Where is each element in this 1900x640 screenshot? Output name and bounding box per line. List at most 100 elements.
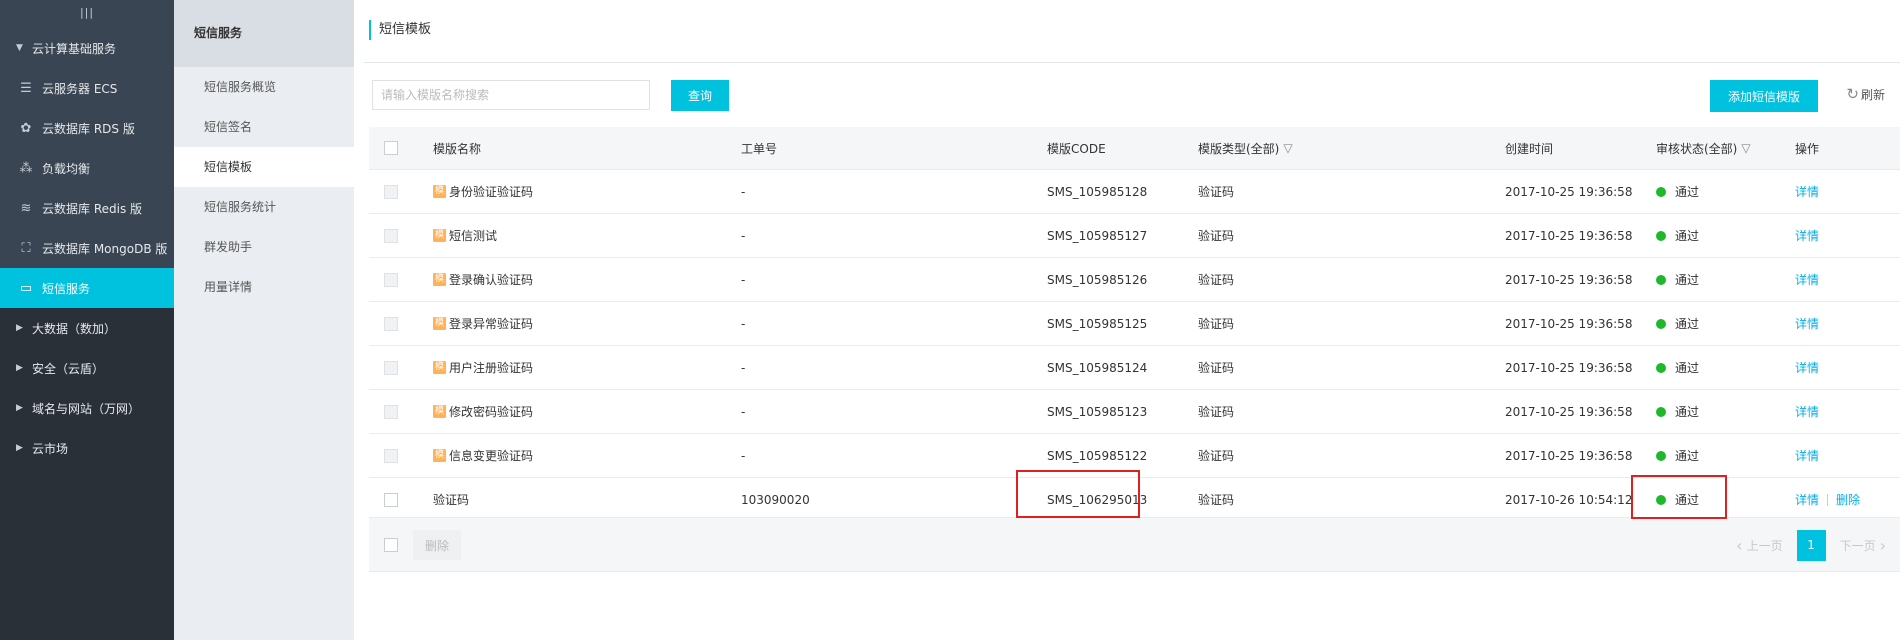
order-number: - [741, 448, 746, 463]
template-type: 验证码 [1198, 405, 1235, 419]
detail-link[interactable]: 详情 [1795, 359, 1819, 376]
filter-icon[interactable]: ▽ [1283, 141, 1292, 155]
add-template-button[interactable]: 添加短信模版 [1710, 80, 1818, 112]
op-separator [1827, 493, 1829, 506]
subnav-item-template[interactable]: 短信模板 [174, 147, 354, 187]
template-name-cell: 模短信测试 [433, 214, 497, 257]
status-label: 通过 [1675, 185, 1700, 199]
template-code: SMS_105985125 [1047, 316, 1148, 331]
order-number: - [741, 404, 746, 419]
subnav-item-statistics[interactable]: 短信服务统计 [174, 187, 354, 227]
sidebar-item-label: 云数据库 MongoDB 版 [42, 241, 168, 256]
caret-right-icon: ▶ [16, 323, 23, 333]
search-button[interactable]: 查询 [671, 80, 729, 111]
refresh-button[interactable]: ↻ 刷新 [1846, 85, 1885, 103]
filter-icon[interactable]: ▽ [1741, 141, 1750, 155]
order-number: - [741, 272, 746, 287]
status-dot-icon [1656, 230, 1666, 241]
detail-link[interactable]: 详情 [1795, 227, 1819, 244]
created-time: 2017-10-25 19:36:58 [1505, 316, 1633, 331]
detail-link[interactable]: 详情 [1795, 271, 1819, 288]
sidebar-item-sms[interactable]: ▭ 短信服务 [0, 268, 174, 308]
template-search-input[interactable] [372, 80, 650, 110]
chevron-left-icon: ‹ [1736, 536, 1743, 555]
sidebar-item-rds[interactable]: ✿ 云数据库 RDS 版 [0, 108, 174, 148]
sidebar-section-label: 安全（云盾） [32, 361, 105, 376]
chevron-right-icon: › [1879, 536, 1886, 555]
sidebar-section-cloud-basic[interactable]: ▼ 云计算基础服务 [0, 28, 174, 68]
order-number: - [741, 360, 746, 375]
template-name: 修改密码验证码 [449, 405, 534, 419]
sidebar-section-bigdata[interactable]: ▶ 大数据（数加） [0, 308, 174, 348]
next-page-button[interactable]: 下一页 › [1840, 536, 1890, 555]
current-page[interactable]: 1 [1796, 530, 1826, 561]
server-icon: ☰ [20, 80, 32, 96]
created-time: 2017-10-25 19:36:58 [1505, 360, 1633, 375]
detail-link[interactable]: 详情 [1795, 183, 1819, 200]
sidebar-item-ecs[interactable]: ☰ 云服务器 ECS [0, 68, 174, 108]
template-name: 用户注册验证码 [449, 361, 534, 375]
subnav-item-overview[interactable]: 短信服务概览 [174, 67, 354, 107]
status-label: 通过 [1675, 273, 1700, 287]
template-badge-icon: 模 [433, 361, 446, 374]
detail-link[interactable]: 详情 [1795, 491, 1819, 508]
template-type: 验证码 [1198, 449, 1235, 463]
template-type: 验证码 [1198, 273, 1235, 287]
sidebar-section-label: 云市场 [32, 441, 69, 456]
sidebar-item-label: 云数据库 Redis 版 [42, 201, 143, 216]
sidebar-section-domain[interactable]: ▶ 域名与网站（万网） [0, 388, 174, 428]
load-balance-icon: ⁂ [19, 160, 33, 176]
caret-down-icon: ▼ [16, 43, 23, 53]
detail-link[interactable]: 详情 [1795, 447, 1819, 464]
row-checkbox[interactable] [384, 492, 398, 507]
sidebar-item-mongodb[interactable]: ⛶ 云数据库 MongoDB 版 [0, 228, 174, 268]
order-number: - [741, 184, 746, 199]
select-all-checkbox[interactable] [384, 141, 398, 155]
sidebar-section-label: 大数据（数加） [32, 321, 117, 336]
template-name: 登录异常验证码 [449, 317, 534, 331]
column-header-code: 模版CODE [1047, 141, 1106, 156]
subnav-item-usage[interactable]: 用量详情 [174, 267, 354, 307]
prev-page-button[interactable]: ‹ 上一页 [1732, 536, 1782, 555]
created-time: 2017-10-25 19:36:58 [1505, 448, 1633, 463]
sidebar-item-slb[interactable]: ⁂ 负载均衡 [0, 148, 174, 188]
template-name: 身份验证验证码 [449, 185, 534, 199]
template-code: SMS_105985127 [1047, 228, 1148, 243]
row-actions: 详情 [1795, 434, 1819, 477]
row-actions: 详情 [1795, 346, 1819, 389]
detail-link[interactable]: 详情 [1795, 403, 1819, 420]
column-header-status[interactable]: 审核状态(全部) ▽ [1656, 127, 1751, 169]
sidebar-item-label: 云服务器 ECS [42, 81, 118, 96]
row-checkbox [384, 228, 398, 243]
sidebar-item-redis[interactable]: ≋ 云数据库 Redis 版 [0, 188, 174, 228]
order-number: - [741, 316, 746, 331]
column-header-status-label: 审核状态(全部) [1656, 141, 1738, 156]
detail-link[interactable]: 详情 [1795, 315, 1819, 332]
review-status: 通过 [1656, 258, 1699, 301]
table-row: 模修改密码验证码 - SMS_105985123 验证码 2017-10-25 19:3… [369, 390, 1900, 434]
status-label: 通过 [1675, 317, 1700, 331]
sidebar-section-market[interactable]: ▶ 云市场 [0, 428, 174, 468]
batch-delete-button[interactable]: 删除 [413, 530, 461, 560]
review-status: 通过 [1656, 346, 1699, 389]
review-status: 通过 [1656, 214, 1699, 257]
sidebar-section-security[interactable]: ▶ 安全（云盾） [0, 348, 174, 388]
column-header-type[interactable]: 模版类型(全部) ▽ [1198, 127, 1293, 169]
template-badge-icon: 模 [433, 317, 446, 330]
template-badge-icon: 模 [433, 185, 446, 198]
status-dot-icon [1656, 274, 1666, 285]
order-number: - [741, 228, 746, 243]
created-time: 2017-10-25 19:36:58 [1505, 404, 1633, 419]
main-sidebar: ||| ▼ 云计算基础服务 ☰ 云服务器 ECS ✿ 云数据库 RDS 版 ⁂ … [0, 0, 174, 640]
template-type: 验证码 [1198, 493, 1235, 507]
status-label: 通过 [1675, 405, 1700, 419]
menu-toggle-icon[interactable]: ||| [0, 0, 174, 28]
caret-right-icon: ▶ [16, 403, 23, 413]
sidebar-section-label: 域名与网站（万网） [32, 401, 141, 416]
sidebar-item-label: 短信服务 [42, 281, 91, 296]
delete-link[interactable]: 删除 [1836, 491, 1860, 508]
subnav-item-bulk-send[interactable]: 群发助手 [174, 227, 354, 267]
subnav-title: 短信服务 [174, 0, 354, 67]
subnav-item-signature[interactable]: 短信签名 [174, 107, 354, 147]
footer-select-all-checkbox[interactable] [384, 538, 398, 552]
